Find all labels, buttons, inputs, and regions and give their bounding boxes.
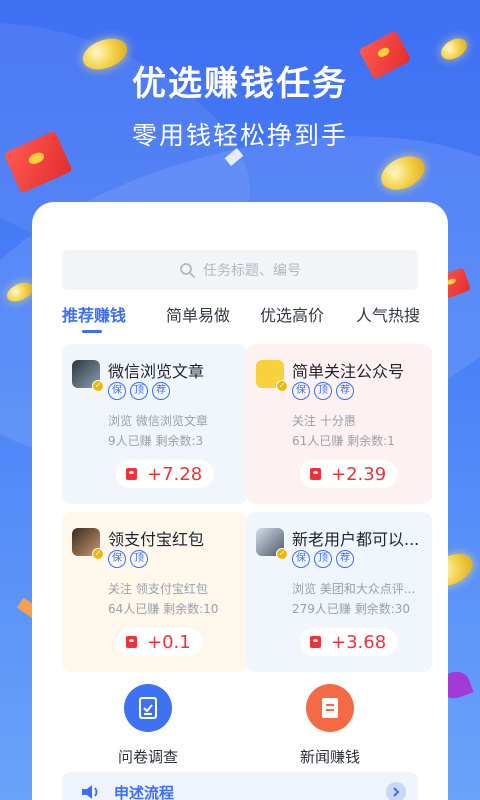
task-tags: 保 顶 bbox=[108, 550, 148, 568]
task-title: 微信浏览文章 bbox=[108, 362, 205, 381]
shortcut-label: 新闻赚钱 bbox=[299, 748, 360, 766]
speaker-icon bbox=[82, 785, 98, 799]
search-icon bbox=[180, 263, 195, 278]
task-card[interactable]: ✓ 新老用户都可以... 保 顶 荐 浏览 美团和大众点评... 279人已赚 … bbox=[246, 512, 432, 672]
reward-badge: +2.39 bbox=[300, 460, 399, 488]
red-packet-icon bbox=[126, 636, 137, 648]
verified-badge-icon: ✓ bbox=[92, 380, 104, 392]
active-tab-indicator bbox=[82, 330, 102, 333]
tag-recommend: 荐 bbox=[336, 550, 354, 568]
task-tags: 保 顶 荐 bbox=[292, 382, 354, 400]
survey-shortcut-button[interactable]: 问卷调查 bbox=[88, 684, 208, 767]
task-description: 关注 十分惠 bbox=[292, 414, 356, 428]
verified-badge-icon: ✓ bbox=[276, 548, 288, 560]
appeal-process-label: 申述流程 bbox=[114, 784, 175, 800]
task-card[interactable]: ✓ 微信浏览文章 保 顶 荐 浏览 微信浏览文章 9人已赚 剩余数:3 +7.2… bbox=[62, 344, 248, 504]
appeal-process-bar[interactable]: 申述流程 bbox=[62, 772, 418, 800]
shortcut-label: 问卷调查 bbox=[117, 748, 178, 766]
task-stats: 64人已赚 剩余数:10 bbox=[108, 602, 219, 616]
task-description: 浏览 美团和大众点评... bbox=[292, 582, 416, 596]
tab-recommended[interactable]: 推荐赚钱 bbox=[62, 302, 126, 326]
tab-high-price[interactable]: 优选高价 bbox=[260, 302, 324, 326]
task-panel: 任务标题、编号 推荐赚钱 简单易做 优选高价 人气热搜 ✓ 微信浏览文章 保 顶… bbox=[32, 202, 448, 800]
tag-top: 顶 bbox=[130, 550, 148, 568]
verified-badge-icon: ✓ bbox=[276, 380, 288, 392]
task-title: 领支付宝红包 bbox=[108, 530, 205, 549]
tag-guarantee: 保 bbox=[108, 550, 126, 568]
task-description: 浏览 微信浏览文章 bbox=[108, 414, 208, 428]
tag-guarantee: 保 bbox=[292, 382, 310, 400]
tag-guarantee: 保 bbox=[108, 382, 126, 400]
hero-title: 优选赚钱任务 bbox=[132, 64, 348, 104]
task-stats: 61人已赚 剩余数:1 bbox=[292, 434, 395, 448]
task-title: 新老用户都可以... bbox=[292, 530, 420, 549]
reward-amount: +0.1 bbox=[147, 631, 191, 653]
task-description: 关注 领支付宝红包 bbox=[108, 582, 208, 596]
task-stats: 279人已赚 剩余数:30 bbox=[292, 602, 411, 616]
task-tags: 保 顶 荐 bbox=[292, 550, 354, 568]
reward-badge: +0.1 bbox=[116, 628, 203, 656]
tab-easy[interactable]: 简单易做 bbox=[166, 302, 230, 326]
tag-top: 顶 bbox=[130, 382, 148, 400]
news-icon bbox=[306, 684, 354, 732]
tag-top: 顶 bbox=[314, 550, 332, 568]
hero-subtitle: 零用钱轻松挣到手 bbox=[131, 121, 348, 150]
red-packet-icon bbox=[126, 468, 137, 480]
search-placeholder: 任务标题、编号 bbox=[203, 263, 301, 279]
search-input[interactable]: 任务标题、编号 bbox=[62, 250, 418, 290]
verified-badge-icon: ✓ bbox=[92, 548, 104, 560]
task-card[interactable]: ✓ 简单关注公众号 保 顶 荐 关注 十分惠 61人已赚 剩余数:1 +2.39 bbox=[246, 344, 432, 504]
task-stats: 9人已赚 剩余数:3 bbox=[108, 434, 204, 448]
task-card[interactable]: ✓ 领支付宝红包 保 顶 关注 领支付宝红包 64人已赚 剩余数:10 +0.1 bbox=[62, 512, 248, 672]
task-tags: 保 顶 荐 bbox=[108, 382, 170, 400]
category-tabs: 推荐赚钱 简单易做 优选高价 人气热搜 bbox=[32, 302, 448, 342]
clipboard-check-icon bbox=[124, 684, 172, 732]
task-title: 简单关注公众号 bbox=[292, 362, 405, 381]
tag-guarantee: 保 bbox=[292, 550, 310, 568]
reward-amount: +7.28 bbox=[147, 463, 203, 485]
tab-trending[interactable]: 人气热搜 bbox=[356, 302, 420, 326]
tag-top: 顶 bbox=[314, 382, 332, 400]
reward-badge: +7.28 bbox=[116, 460, 215, 488]
tag-recommend: 荐 bbox=[152, 382, 170, 400]
reward-badge: +3.68 bbox=[300, 628, 399, 656]
red-packet-icon bbox=[310, 468, 321, 480]
tag-recommend: 荐 bbox=[336, 382, 354, 400]
chevron-right-icon bbox=[386, 782, 406, 800]
reward-amount: +2.39 bbox=[331, 463, 387, 485]
reward-amount: +3.68 bbox=[331, 631, 387, 653]
news-earn-shortcut-button[interactable]: 新闻赚钱 bbox=[270, 684, 390, 767]
red-packet-icon bbox=[310, 636, 321, 648]
